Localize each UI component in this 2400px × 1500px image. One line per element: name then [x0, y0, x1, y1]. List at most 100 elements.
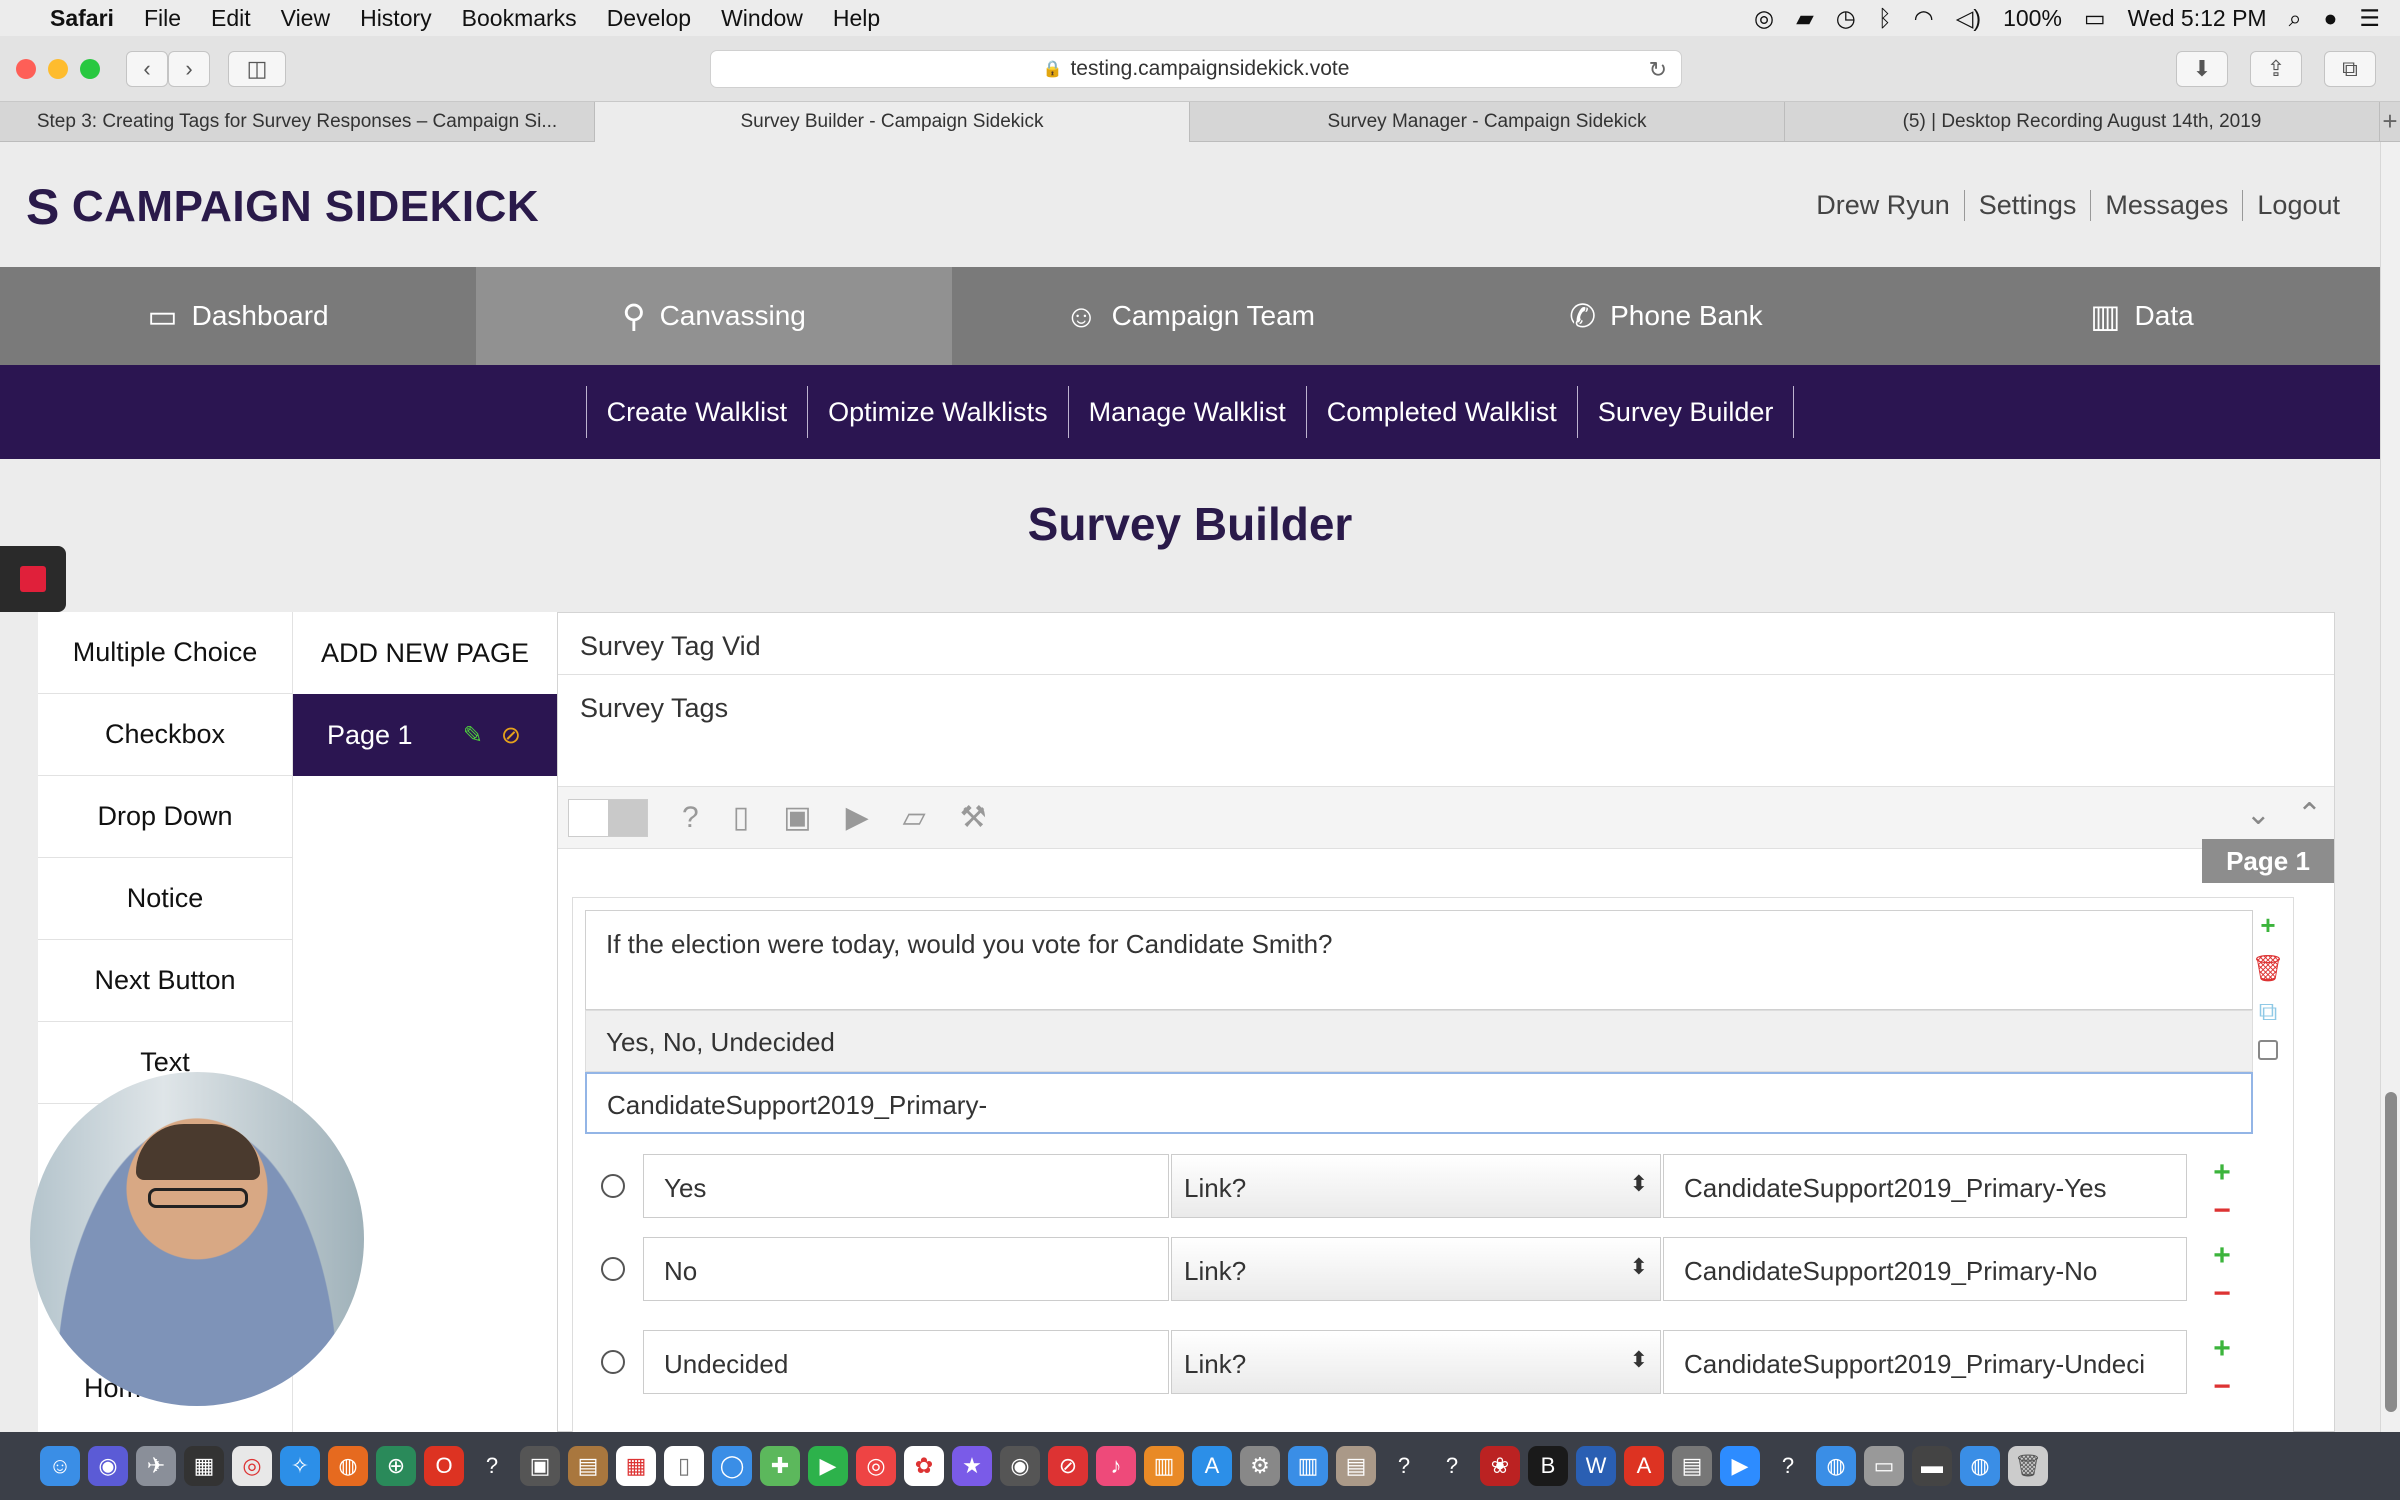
add-question-icon[interactable]: +	[2260, 910, 2275, 941]
notebook-icon[interactable]: ▤	[568, 1446, 608, 1486]
subnav-completed-walklist[interactable]: Completed Walklist	[1305, 386, 1577, 438]
nav-data[interactable]: ▥ Data	[1904, 267, 2380, 365]
wifi-icon[interactable]: ◠	[1914, 5, 1934, 32]
stop-recording-button[interactable]	[0, 546, 66, 612]
select-checkbox[interactable]	[2258, 1040, 2278, 1060]
mission-control-icon[interactable]: ▦	[184, 1446, 224, 1486]
bbedit-icon[interactable]: B	[1528, 1446, 1568, 1486]
volume-icon[interactable]: ◁)	[1956, 5, 1981, 32]
messages-link[interactable]: Messages	[2091, 190, 2244, 221]
browser-tab-survey-manager[interactable]: Survey Manager - Campaign Sidekick	[1190, 102, 1785, 142]
screen-capture-icon[interactable]: ▬	[1912, 1446, 1952, 1486]
browser-tab-step3[interactable]: Step 3: Creating Tags for Survey Respons…	[0, 102, 595, 142]
utility-app-icon[interactable]: ▥	[1288, 1446, 1328, 1486]
page-list-item[interactable]: Page 1 ✎ ⊘	[293, 694, 557, 776]
nav-canvassing[interactable]: ⚲ Canvassing	[476, 267, 952, 365]
siri-icon[interactable]: ◉	[88, 1446, 128, 1486]
imovie-icon[interactable]: ★	[952, 1446, 992, 1486]
remove-option-icon[interactable]: −	[2213, 1368, 2231, 1406]
no-entry-app-icon[interactable]: ⊘	[1048, 1446, 1088, 1486]
remove-option-icon[interactable]: −	[2213, 1275, 2231, 1313]
eye-slash-icon[interactable]: ⊘	[501, 721, 521, 750]
add-option-icon[interactable]: +	[2213, 1237, 2231, 1275]
new-tab-button[interactable]: +	[2380, 102, 2400, 141]
rose-app-icon[interactable]: ❀	[1480, 1446, 1520, 1486]
network-icon[interactable]: ◍	[1960, 1446, 2000, 1486]
option-tag-input[interactable]: CandidateSupport2019_Primary-Yes	[1663, 1154, 2187, 1218]
system-preferences-icon[interactable]: ⚙	[1240, 1446, 1280, 1486]
user-name-link[interactable]: Drew Ryun	[1802, 190, 1965, 221]
creative-cloud-dock-icon[interactable]: ◎	[856, 1446, 896, 1486]
app-icon[interactable]: ⊕	[376, 1446, 416, 1486]
copy-icon[interactable]: ⧉	[2259, 996, 2278, 1028]
subnav-create-walklist[interactable]: Create Walklist	[585, 386, 808, 438]
question-text-input[interactable]: If the election were today, would you vo…	[585, 910, 2253, 1010]
page-scrollbar[interactable]	[2380, 142, 2400, 1432]
option-radio[interactable]	[601, 1257, 625, 1281]
save-icon[interactable]: ▣	[783, 800, 811, 835]
calendar-icon[interactable]: ▦	[616, 1446, 656, 1486]
menubar-clock[interactable]: Wed 5:12 PM	[2128, 5, 2267, 32]
option-label-input[interactable]: No	[643, 1237, 1169, 1301]
option-label-input[interactable]: Yes	[643, 1154, 1169, 1218]
menu-window[interactable]: Window	[721, 5, 803, 32]
scrollbar-thumb[interactable]	[2385, 1092, 2397, 1412]
wrench-icon[interactable]: ⚒	[960, 800, 987, 835]
video-camera-icon[interactable]: ▶	[846, 800, 869, 835]
messages-dock-icon[interactable]: ◯	[712, 1446, 752, 1486]
logout-link[interactable]: Logout	[2243, 190, 2340, 221]
launchpad-icon[interactable]: ✈	[136, 1446, 176, 1486]
subnav-manage-walklist[interactable]: Manage Walklist	[1067, 386, 1306, 438]
photo-booth-icon[interactable]: ◉	[1000, 1446, 1040, 1486]
palette-notice[interactable]: Notice	[38, 858, 292, 940]
notification-center-icon[interactable]: ☰	[2359, 5, 2380, 32]
option-tag-input[interactable]: CandidateSupport2019_Primary-No	[1663, 1237, 2187, 1301]
app-store-icon[interactable]: A	[1192, 1446, 1232, 1486]
downloads-stack-icon[interactable]: ▭	[1864, 1446, 1904, 1486]
trash-dock-icon[interactable]: 🗑	[2008, 1446, 2048, 1486]
subnav-optimize-walklists[interactable]: Optimize Walklists	[807, 386, 1068, 438]
messages-status-icon[interactable]: ▰	[1796, 5, 1814, 32]
nav-phone-bank[interactable]: ✆ Phone Bank	[1428, 267, 1904, 365]
back-button[interactable]: ‹	[126, 51, 168, 87]
facetime-icon[interactable]: ▶	[808, 1446, 848, 1486]
opera-icon[interactable]: O	[424, 1446, 464, 1486]
nav-dashboard[interactable]: ▭ Dashboard	[0, 267, 476, 365]
browser-tab-desktop-recording[interactable]: (5) | Desktop Recording August 14th, 201…	[1785, 102, 2380, 142]
acrobat-icon[interactable]: A	[1624, 1446, 1664, 1486]
survey-name-input[interactable]: Survey Tag Vid	[558, 613, 2334, 675]
option-link-select[interactable]: Link? ⬍	[1171, 1237, 1661, 1301]
tab-overview-button[interactable]: ⧉	[2324, 51, 2376, 87]
chevron-up-icon[interactable]: ⌃	[2297, 797, 2322, 832]
time-machine-icon[interactable]: ◷	[1836, 5, 1856, 32]
forward-button[interactable]: ›	[168, 51, 210, 87]
option-tag-input[interactable]: CandidateSupport2019_Primary-Undeci	[1663, 1330, 2187, 1394]
unknown-app-icon-3[interactable]: ?	[1432, 1446, 1472, 1486]
photos-icon[interactable]: ✿	[904, 1446, 944, 1486]
unknown-app-icon-4[interactable]: ?	[1768, 1446, 1808, 1486]
menu-app-safari[interactable]: Safari	[50, 5, 114, 32]
option-radio[interactable]	[601, 1350, 625, 1374]
archive-icon[interactable]: ▤	[1336, 1446, 1376, 1486]
share-button[interactable]: ⇪	[2250, 51, 2302, 87]
minimize-window-button[interactable]	[48, 59, 68, 79]
sidebar-toggle-button[interactable]: ◫	[228, 51, 286, 87]
chevron-down-icon[interactable]: ⌄	[2246, 797, 2271, 832]
menu-develop[interactable]: Develop	[607, 5, 691, 32]
remove-option-icon[interactable]: −	[2213, 1192, 2231, 1230]
pencil-icon[interactable]: ✎	[463, 721, 483, 750]
menu-view[interactable]: View	[281, 5, 330, 32]
finder-icon[interactable]: ☺	[40, 1446, 80, 1486]
creative-cloud-icon[interactable]: ◎	[1754, 5, 1774, 32]
word-icon[interactable]: W	[1576, 1446, 1616, 1486]
survey-tags-textarea[interactable]: Survey Tags	[558, 675, 2334, 787]
preview-icon[interactable]: ▣	[520, 1446, 560, 1486]
chrome-icon[interactable]: ◎	[232, 1446, 272, 1486]
trash-icon[interactable]: 🗑	[2252, 953, 2285, 984]
zoom-window-button[interactable]	[80, 59, 100, 79]
add-option-icon[interactable]: +	[2213, 1154, 2231, 1192]
site-logo[interactable]: S CAMPAIGN SIDEKICK	[26, 178, 539, 236]
downloads-button[interactable]: ⬇	[2176, 51, 2228, 87]
menu-history[interactable]: History	[360, 5, 432, 32]
slack-icon[interactable]: ✚	[760, 1446, 800, 1486]
